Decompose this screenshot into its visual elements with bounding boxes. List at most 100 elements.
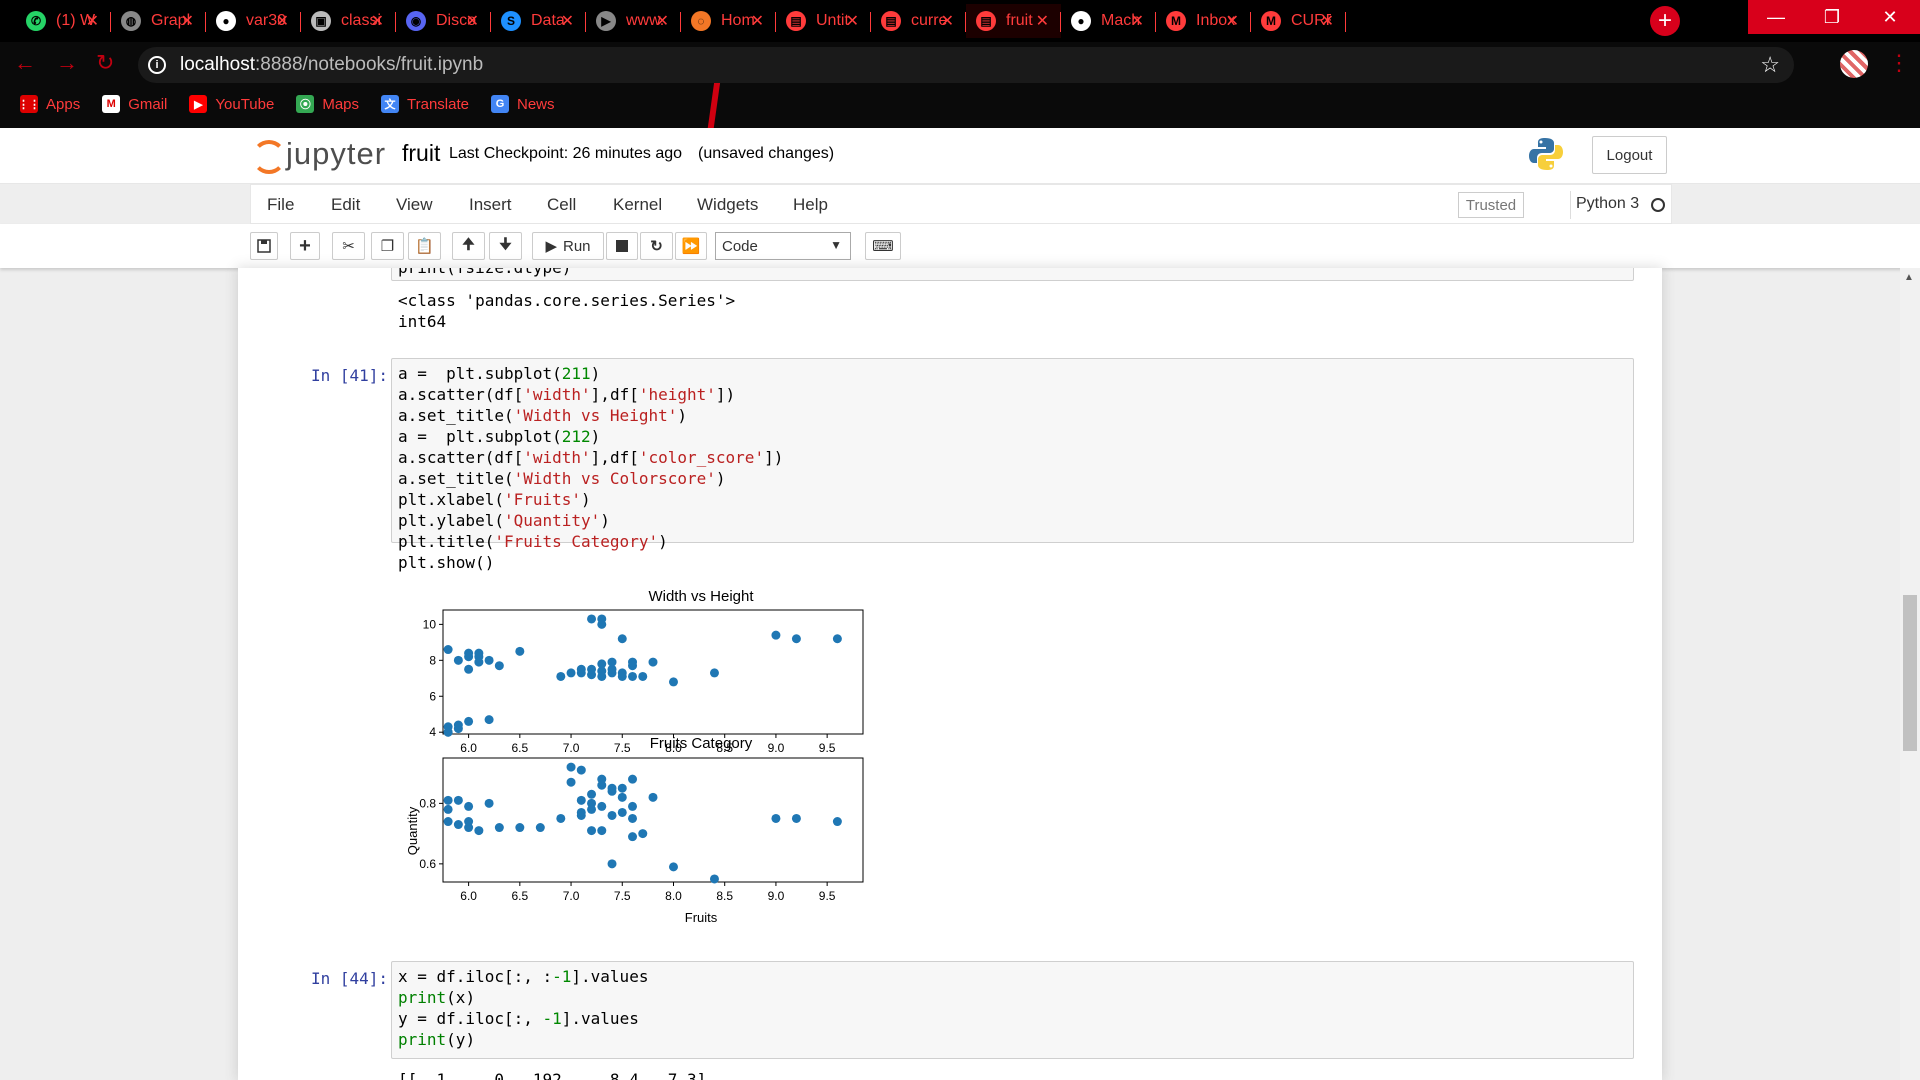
bookmark-star-icon[interactable]: ☆ (1760, 52, 1780, 78)
scatter-point (566, 762, 576, 772)
github-icon: ● (216, 11, 236, 31)
browser-tab-6[interactable]: ▶ www. ✕ (586, 4, 681, 38)
tab-close-icon[interactable]: ✕ (371, 11, 384, 31)
news-icon: G (491, 95, 509, 113)
scatter-point (556, 671, 566, 681)
back-arrow-icon[interactable]: ← (14, 50, 36, 76)
info-icon[interactable]: i (148, 56, 166, 74)
menu-widgets[interactable]: Widgets (697, 195, 758, 215)
menu-kernel[interactable]: Kernel (613, 195, 662, 215)
discord-icon: ◉ (406, 11, 426, 31)
restart-button[interactable]: ↻ (640, 232, 673, 260)
bookmark-maps[interactable]: ⦿ Maps (296, 95, 359, 113)
paste-button[interactable]: 📋 (408, 232, 441, 260)
scatter-point (791, 813, 801, 823)
interrupt-button[interactable] (606, 232, 638, 260)
tab-close-icon[interactable]: ✕ (656, 11, 669, 31)
browser-tab-3[interactable]: ▣ classi ✕ (301, 4, 396, 38)
url-text[interactable]: localhost:8888/notebooks/fruit.ipynb (180, 54, 483, 76)
tab-close-icon[interactable]: ✕ (941, 11, 954, 31)
bookmark-news[interactable]: G News (491, 95, 555, 113)
tab-close-icon[interactable]: ✕ (1321, 11, 1334, 31)
scatter-point (443, 645, 453, 655)
jupyter-logo[interactable]: jupyter (250, 136, 386, 174)
trusted-badge[interactable]: Trusted (1458, 192, 1524, 218)
command-palette-button[interactable]: ⌨ (865, 232, 901, 260)
new-tab-button[interactable]: + (1650, 6, 1680, 36)
tab-close-icon[interactable]: ✕ (1131, 11, 1144, 31)
browser-tab-8[interactable]: ▤ Untit ✕ (776, 4, 871, 38)
forward-arrow-icon[interactable]: → (56, 50, 78, 76)
browser-tab-11[interactable]: ● Mach ✕ (1061, 4, 1156, 38)
arrow-up-icon: 🠉 (462, 235, 475, 253)
browser-tab-4[interactable]: ◉ Disco ✕ (396, 4, 491, 38)
x-tick-label: 7.5 (614, 741, 631, 755)
bookmark-label: Apps (46, 95, 81, 113)
notebook-name[interactable]: fruit (402, 140, 440, 167)
browser-tab-0[interactable]: ✆ (1) W ✕ (16, 4, 111, 38)
menu-file[interactable]: File (267, 195, 294, 215)
tab-close-icon[interactable]: ✕ (1036, 11, 1049, 31)
code-cell-44[interactable]: x = df.iloc[:, :-1].values print(x) y = … (391, 961, 1634, 1059)
globe-icon: ◍ (121, 11, 141, 31)
restart-run-all-button[interactable]: ⏩ (675, 232, 707, 260)
prev-code-cell[interactable]: print(fsize.dtype) (391, 268, 1634, 281)
browser-tab-13[interactable]: MCURR✕ (1251, 4, 1346, 38)
tab-close-icon[interactable]: ✕ (751, 11, 764, 31)
reload-icon[interactable]: ↻ (96, 50, 114, 76)
bookmark-translate[interactable]: 文 Translate (381, 95, 469, 113)
browser-tab-10[interactable]: ▤ fruit ✕ (966, 4, 1061, 38)
notebook-menubar: File Edit View Insert Cell Kernel Widget… (250, 184, 1672, 224)
scatter-point (464, 817, 474, 827)
scrollbar-thumb[interactable] (1903, 595, 1917, 751)
scatter-point (791, 634, 801, 644)
browser-tab-7[interactable]: ◌ Hom ✕ (681, 4, 776, 38)
address-bar[interactable]: i localhost:8888/notebooks/fruit.ipynb ☆ (138, 47, 1794, 83)
url-host: localhost (180, 54, 255, 75)
minimize-button[interactable]: — (1748, 0, 1804, 34)
browser-menu-icon[interactable]: ⋮ (1888, 50, 1910, 76)
cut-button[interactable]: ✂ (332, 232, 365, 260)
menu-help[interactable]: Help (793, 195, 828, 215)
bookmark-gmail[interactable]: M Gmail (102, 95, 167, 113)
code-cell-41-source: a = plt.subplot(211) a.scatter(df['width… (398, 364, 784, 572)
tab-close-icon[interactable]: ✕ (561, 11, 574, 31)
menu-view[interactable]: View (396, 195, 433, 215)
copy-button[interactable]: ❐ (371, 232, 404, 260)
browser-toolbar: ← → ↻ i localhost:8888/notebooks/fruit.i… (0, 42, 1920, 128)
insert-cell-button[interactable]: + (290, 232, 320, 260)
chart2-axes: 6.0 6.5 7.0 7.5 8.0 8.5 9.0 9.5 0.6 0.8 (419, 757, 864, 903)
scatter-point (515, 823, 525, 833)
save-button[interactable] (250, 232, 278, 260)
menu-insert[interactable]: Insert (469, 195, 512, 215)
code-cell-41[interactable]: a = plt.subplot(211) a.scatter(df['width… (391, 358, 1634, 572)
menu-cell[interactable]: Cell (547, 195, 576, 215)
scatter-point (556, 813, 566, 823)
scroll-up-arrow-icon[interactable]: ▲ (1904, 272, 1914, 283)
bookmark-youtube[interactable]: ▶ YouTube (189, 95, 274, 113)
browser-tab-1[interactable]: ◍ Grapl ✕ (111, 4, 206, 38)
move-up-button[interactable]: 🠉 (452, 232, 485, 260)
tab-close-icon[interactable]: ✕ (181, 11, 194, 31)
browser-tab-5[interactable]: S Data ✕ (491, 4, 586, 38)
browser-tab-9[interactable]: ▤ curre ✕ (871, 4, 966, 38)
close-window-button[interactable]: ✕ (1860, 0, 1920, 34)
tab-close-icon[interactable]: ✕ (1226, 11, 1239, 31)
tab-close-icon[interactable]: ✕ (466, 11, 479, 31)
kernel-idle-indicator-icon (1651, 198, 1665, 212)
bookmark-apps[interactable]: ⋮⋮ Apps (18, 95, 81, 113)
run-button[interactable]: ▶ Run (532, 232, 604, 260)
menu-edit[interactable]: Edit (331, 195, 360, 215)
tab-close-icon[interactable]: ✕ (846, 11, 859, 31)
notebook-toolbar: + ✂ ❐ 📋 🠉 🠋 ▶ Run ↻ ⏩ Code ▼ ⌨ (0, 224, 1920, 268)
browser-tab-2[interactable]: ● var30 ✕ (206, 4, 301, 38)
move-down-button[interactable]: 🠋 (489, 232, 522, 260)
browser-tab-12[interactable]: M Inbox ✕ (1156, 4, 1251, 38)
profile-avatar[interactable] (1840, 50, 1868, 78)
restore-button[interactable]: ❐ (1804, 0, 1860, 34)
logout-button[interactable]: Logout (1592, 136, 1667, 174)
tab-close-icon[interactable]: ✕ (86, 11, 99, 31)
tab-close-icon[interactable]: ✕ (276, 11, 289, 31)
cell-type-select[interactable]: Code ▼ (715, 232, 851, 260)
scatter-point (771, 630, 781, 640)
